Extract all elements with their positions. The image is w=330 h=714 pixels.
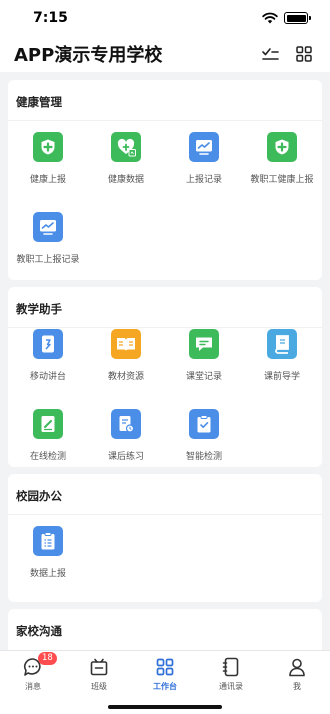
tab-contacts[interactable]: 通讯录 xyxy=(198,655,264,695)
status-bar: 7:15 xyxy=(0,0,330,36)
divider xyxy=(8,327,322,328)
page-title: APP演示专用学校 xyxy=(14,45,163,66)
app-homework-practice[interactable]: 课后练习 xyxy=(86,409,166,479)
app-data-report[interactable]: 数据上报 xyxy=(8,526,88,596)
app-preclass-guide[interactable]: 课前导学 xyxy=(242,329,322,399)
battery-icon xyxy=(284,12,311,24)
app-label: 数据上报 xyxy=(29,569,66,579)
app-classroom-record[interactable]: 课堂记录 xyxy=(164,329,244,399)
app-textbook-resources[interactable]: 教材资源 xyxy=(86,329,166,399)
section-title: 健康管理 xyxy=(16,95,62,109)
app-label: 课前导学 xyxy=(263,372,300,382)
section-title: 校园办公 xyxy=(16,489,62,503)
status-time: 7:15 xyxy=(33,10,68,26)
tab-me[interactable]: 我 xyxy=(264,655,330,695)
textbook-resources-icon xyxy=(111,329,141,359)
smart-check-clipboard-icon xyxy=(189,409,219,439)
header: APP演示专用学校 xyxy=(0,36,330,72)
app-online-test[interactable]: 在线检测 xyxy=(8,409,88,479)
tab-label: 工作台 xyxy=(153,682,177,691)
checklist-button[interactable] xyxy=(260,44,280,64)
app-mobile-podium[interactable]: 移动讲台 xyxy=(8,329,88,399)
homework-practice-icon xyxy=(111,409,141,439)
tab-label: 消息 xyxy=(25,682,41,691)
contacts-icon xyxy=(221,657,241,677)
tab-label: 通讯录 xyxy=(219,682,243,691)
section-title: 家校沟通 xyxy=(16,624,62,638)
health-data-heart-icon xyxy=(111,132,141,162)
staff-health-plus-icon xyxy=(267,132,297,162)
app-smart-check[interactable]: 智能检测 xyxy=(164,409,244,479)
app-report-record[interactable]: 上报记录 xyxy=(164,132,244,202)
online-test-edit-icon xyxy=(33,409,63,439)
divider xyxy=(8,120,322,121)
tab-workbench[interactable]: 工作台 xyxy=(132,655,198,695)
app-label: 智能检测 xyxy=(185,452,222,462)
mobile-podium-icon xyxy=(33,329,63,359)
grid-menu-button[interactable] xyxy=(294,44,314,64)
grid-icon xyxy=(296,46,312,62)
classroom-record-chat-icon xyxy=(189,329,219,359)
profile-icon xyxy=(287,657,307,677)
section-teaching-assistant: 教学助手 移动讲台 教材资源 课堂记录 课前导学 在线检测 课后练习 智能检测 xyxy=(8,287,322,467)
health-plus-icon xyxy=(33,132,63,162)
wifi-icon xyxy=(262,12,278,24)
app-label: 教职工上报记录 xyxy=(16,255,80,265)
checklist-icon xyxy=(262,48,279,60)
tab-label: 我 xyxy=(293,682,301,691)
section-home-school-communication: 家校沟通 xyxy=(8,609,322,650)
class-icon xyxy=(89,657,109,677)
app-label: 教职工健康上报 xyxy=(250,175,314,185)
workbench-content[interactable]: 健康管理 健康上报 健康数据 上报记录 教职工健康上报 教职工上报记录 教学助手… xyxy=(0,72,330,650)
section-campus-office: 校园办公 数据上报 xyxy=(8,474,322,602)
tab-label: 班级 xyxy=(91,682,107,691)
app-staff-report-record[interactable]: 教职工上报记录 xyxy=(8,212,88,282)
app-staff-health-report[interactable]: 教职工健康上报 xyxy=(242,132,322,202)
app-health-report[interactable]: 健康上报 xyxy=(8,132,88,202)
status-icons xyxy=(262,12,311,24)
preclass-guide-book-icon xyxy=(267,329,297,359)
app-health-data[interactable]: 健康数据 xyxy=(86,132,166,202)
tab-class[interactable]: 班级 xyxy=(66,655,132,695)
home-indicator xyxy=(108,705,222,709)
report-record-chart-icon xyxy=(189,132,219,162)
staff-report-chart-icon xyxy=(33,212,63,242)
workbench-icon xyxy=(155,657,175,677)
unread-badge: 18 xyxy=(38,652,57,665)
data-report-form-icon xyxy=(33,526,63,556)
tab-messages[interactable]: 18 消息 xyxy=(0,652,66,695)
tab-bar: 18 消息 班级 工作台 通讯录 我 xyxy=(0,650,330,714)
divider xyxy=(8,514,322,515)
section-title: 教学助手 xyxy=(16,302,62,316)
section-health-management: 健康管理 健康上报 健康数据 上报记录 教职工健康上报 教职工上报记录 xyxy=(8,80,322,280)
